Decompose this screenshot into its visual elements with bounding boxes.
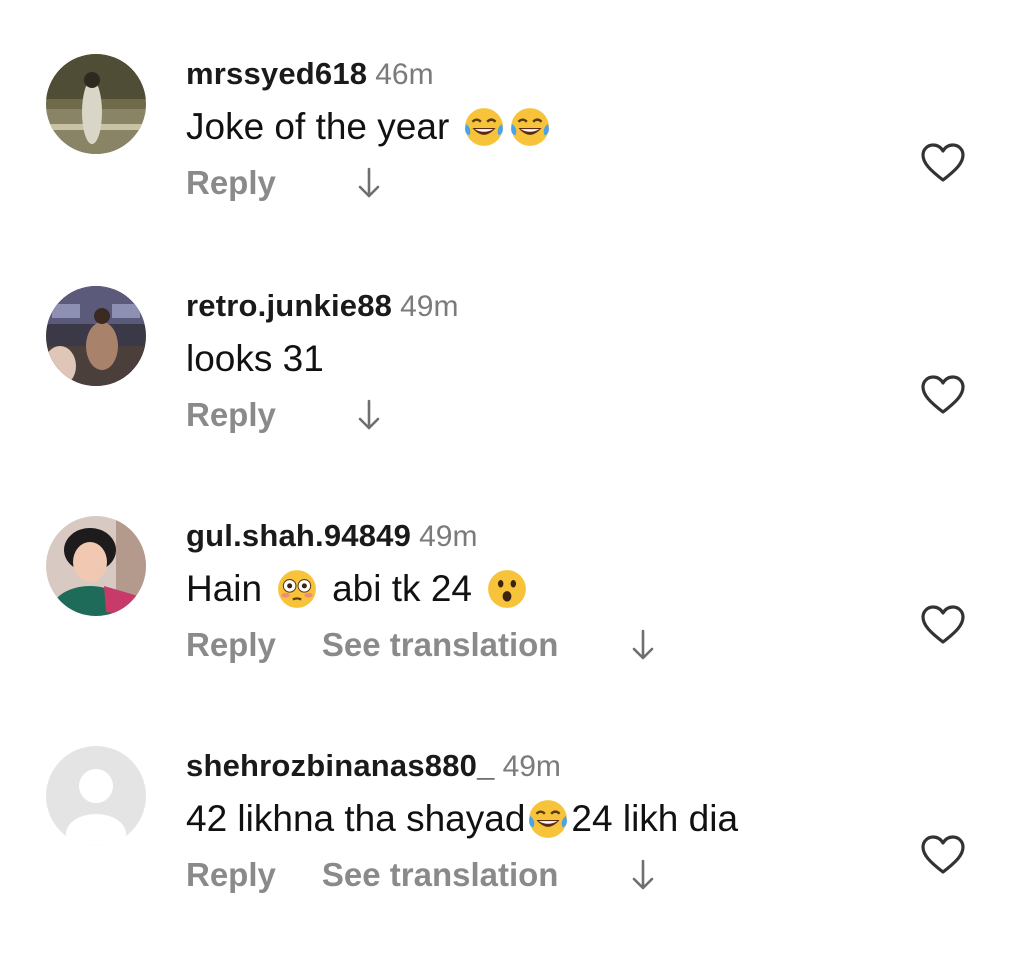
username[interactable]: mrssyed618 — [186, 56, 367, 91]
heart-outline-icon[interactable] — [920, 834, 966, 876]
comment-text-part: abi tk 24 — [332, 568, 472, 609]
username[interactable]: retro.junkie88 — [186, 288, 392, 323]
comment-item: gul.shah.94849 49m Hain abi tk 24 Reply S… — [0, 516, 1024, 748]
reply-button[interactable]: Reply — [186, 626, 276, 664]
heart-outline-icon[interactable] — [920, 142, 966, 184]
timestamp: 49m — [400, 290, 459, 323]
comment-item: retro.junkie88 49m looks 31 Reply — [0, 286, 1024, 518]
reply-button[interactable]: Reply — [186, 164, 276, 202]
avatar[interactable] — [46, 286, 146, 386]
arrow-down-icon[interactable] — [630, 858, 656, 892]
reply-button[interactable]: Reply — [186, 856, 276, 894]
comment-item: mrssyed618 46m Joke of the year Reply — [0, 54, 1024, 286]
comment-text-part: looks 31 — [186, 338, 324, 379]
comment-text-part: 24 likh dia — [571, 798, 739, 839]
comment-text-part: Hain — [186, 568, 263, 609]
see-translation-button[interactable]: See translation — [322, 856, 559, 894]
username[interactable]: gul.shah.94849 — [186, 518, 411, 553]
arrow-down-icon[interactable] — [356, 166, 382, 200]
comment-text: 42 likhna tha shayad 24 likh dia — [186, 798, 738, 840]
comment-item: shehrozbinanas880_ 49m 42 likhna tha shay… — [0, 746, 1024, 978]
comment-text-part: 42 likhna tha shayad — [186, 798, 526, 839]
comment-text: looks 31 — [186, 338, 324, 380]
face-with-tears-of-joy-emoji — [463, 106, 505, 148]
comment-text-part: Joke of the year — [186, 106, 450, 147]
heart-outline-icon[interactable] — [920, 604, 966, 646]
comment-text: Joke of the year — [186, 106, 553, 148]
reply-button[interactable]: Reply — [186, 396, 276, 434]
heart-outline-icon[interactable] — [920, 374, 966, 416]
timestamp: 49m — [419, 520, 478, 553]
avatar[interactable] — [46, 54, 146, 154]
timestamp: 49m — [502, 750, 561, 783]
avatar[interactable] — [46, 516, 146, 616]
face-with-tears-of-joy-emoji — [509, 106, 551, 148]
face-with-tears-of-joy-emoji — [527, 798, 569, 840]
see-translation-button[interactable]: See translation — [322, 626, 559, 664]
surprised-face-emoji — [486, 568, 528, 610]
comment-text: Hain abi tk 24 — [186, 568, 530, 610]
flushed-face-emoji — [276, 568, 318, 610]
arrow-down-icon[interactable] — [630, 628, 656, 662]
arrow-down-icon[interactable] — [356, 398, 382, 432]
username[interactable]: shehrozbinanas880_ — [186, 748, 495, 783]
avatar[interactable] — [46, 746, 146, 846]
timestamp: 46m — [375, 58, 434, 91]
